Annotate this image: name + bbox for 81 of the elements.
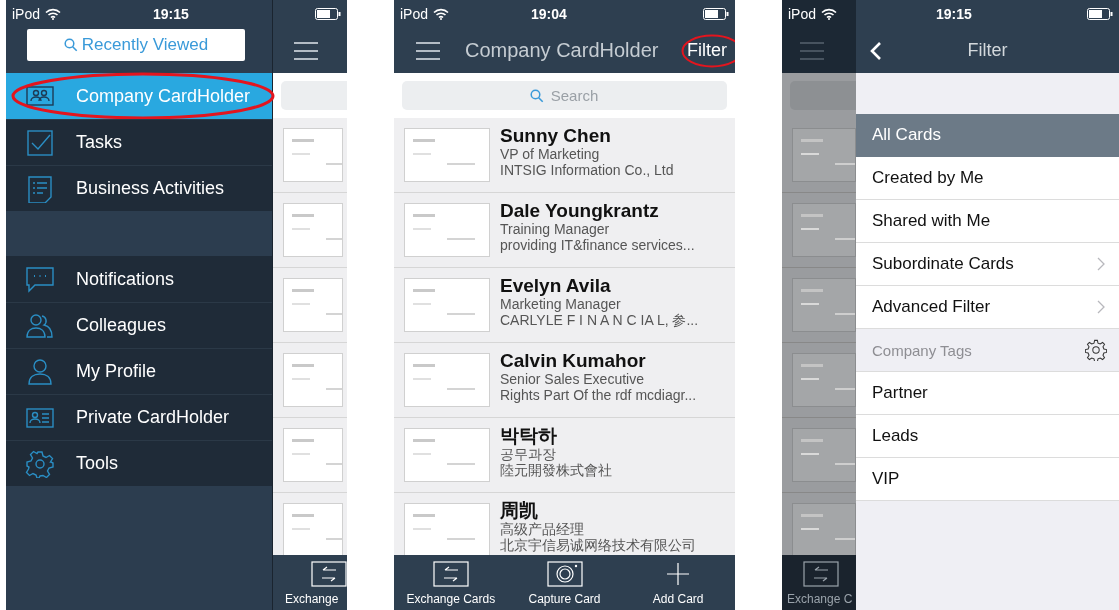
carrier-label: iPod: [12, 6, 41, 22]
exchange-tab[interactable]: Exchange: [273, 555, 347, 610]
contact-title: 공무과장: [500, 446, 557, 462]
menu-item[interactable]: Notifications: [6, 256, 272, 302]
tag-option[interactable]: Partner: [856, 372, 1119, 415]
contact-company: 陸元開發株式會社: [500, 462, 612, 478]
filter-option[interactable]: Advanced Filter: [856, 286, 1119, 329]
contact-row[interactable]: 박탁하 공무과장 陸元開發株式會社: [394, 418, 735, 493]
checkbox-icon: [25, 128, 55, 157]
people-icon: [25, 311, 55, 340]
menu-item[interactable]: Tasks: [6, 119, 272, 165]
contact-row[interactable]: Sunny Chen VP of Marketing INTSIG Information Co., Ltd: [394, 118, 735, 193]
person-icon: [25, 357, 55, 386]
search-field[interactable]: [790, 81, 856, 110]
contact-company: providing IT&finance services...: [500, 237, 695, 253]
tag-option[interactable]: Leads: [856, 415, 1119, 458]
tag-option[interactable]: VIP: [856, 458, 1119, 501]
chevron-icon: [1097, 257, 1105, 271]
business-card-photo: [283, 503, 343, 555]
contact-company: Rights Part Of the rdf mcdiagr...: [500, 387, 697, 403]
contact-title: Marketing Manager: [500, 296, 622, 312]
wifi-icon: [433, 8, 450, 20]
contact-name: Calvin Kumahor: [500, 351, 647, 371]
status-time: 19:15: [936, 6, 972, 22]
carrier-label: iPod: [400, 6, 429, 22]
carrier-label: iPod: [788, 6, 817, 22]
status-time: 19:15: [153, 6, 189, 22]
business-card-photo: [283, 428, 343, 482]
business-card-photo: [283, 203, 343, 257]
contact-row[interactable]: Dale Youngkrantz Training Manager providing IT&finance services...: [394, 193, 735, 268]
camera-icon: [546, 561, 583, 587]
contact-name: Dale Youngkrantz: [500, 201, 660, 221]
section-header: Company Tags: [872, 341, 972, 359]
contact-title: 高级产品经理: [500, 521, 585, 537]
exchange-arrows-icon: [432, 561, 469, 587]
wifi-icon: [821, 8, 838, 20]
settings-icon: [25, 449, 55, 478]
chevron-icon: [1097, 300, 1105, 314]
menu-item[interactable]: Tools: [6, 440, 272, 486]
filter-option[interactable]: All Cards: [856, 114, 1119, 157]
menu-item[interactable]: Business Activities: [6, 165, 272, 211]
contact-row[interactable]: Evelyn Avila Marketing Manager CARLYLE F I N A N C IA L, 参...: [394, 268, 735, 343]
contact-name: 周凯: [500, 501, 539, 521]
menu-item[interactable]: Colleagues: [6, 302, 272, 348]
back-chevron-icon[interactable]: [870, 40, 882, 61]
filter-option[interactable]: Subordinate Cards: [856, 243, 1119, 286]
business-card-photo: [283, 353, 343, 407]
screen-title: Filter: [967, 40, 1008, 61]
contact-title: Training Manager: [500, 221, 611, 237]
status-time: 19:04: [531, 6, 567, 22]
settings-icon[interactable]: [1085, 339, 1107, 361]
search-icon: [530, 89, 544, 103]
contact-company: 北京宇信易诚网络技术有限公司: [500, 537, 696, 553]
business-card-photo: [283, 128, 343, 182]
contact-name: 박탁하: [500, 426, 558, 446]
battery-icon: [703, 8, 729, 20]
filter-option[interactable]: Shared with Me: [856, 200, 1119, 243]
battery-icon: [315, 8, 341, 20]
battery-icon: [1087, 8, 1113, 20]
filter-option[interactable]: Created by Me: [856, 157, 1119, 200]
exchange-cards-tab[interactable]: Exchange Cards: [394, 555, 508, 610]
contact-title: VP of Marketing: [500, 146, 601, 162]
chat-bubble-icon: [25, 265, 55, 293]
menu-item[interactable]: My Profile: [6, 348, 272, 394]
search-field[interactable]: Search: [402, 81, 727, 110]
exchange-arrows-icon: [311, 561, 347, 587]
wifi-icon: [45, 8, 62, 20]
contact-row[interactable]: Calvin Kumahor Senior Sales Executive Rights Part Of the rdf mcdiagr...: [394, 343, 735, 418]
contact-title: Senior Sales Executive: [500, 371, 645, 387]
contact-company: INTSIG Information Co., Ltd: [500, 162, 674, 178]
add-card-tab[interactable]: Add Card: [621, 555, 735, 610]
search-icon: [63, 38, 78, 52]
contact-name: Sunny Chen: [500, 126, 612, 146]
contact-company: CARLYLE F I N A N C IA L, 参...: [500, 312, 699, 328]
exchange-arrows-icon: [803, 561, 839, 587]
business-card-photo: [283, 278, 343, 332]
screen-title: Company CardHolder: [465, 39, 659, 62]
contact-name: Evelyn Avila: [500, 276, 612, 296]
menu-item[interactable]: Private CardHolder: [6, 394, 272, 440]
capture-card-tab[interactable]: Capture Card: [507, 555, 622, 610]
document-icon: [25, 174, 55, 203]
